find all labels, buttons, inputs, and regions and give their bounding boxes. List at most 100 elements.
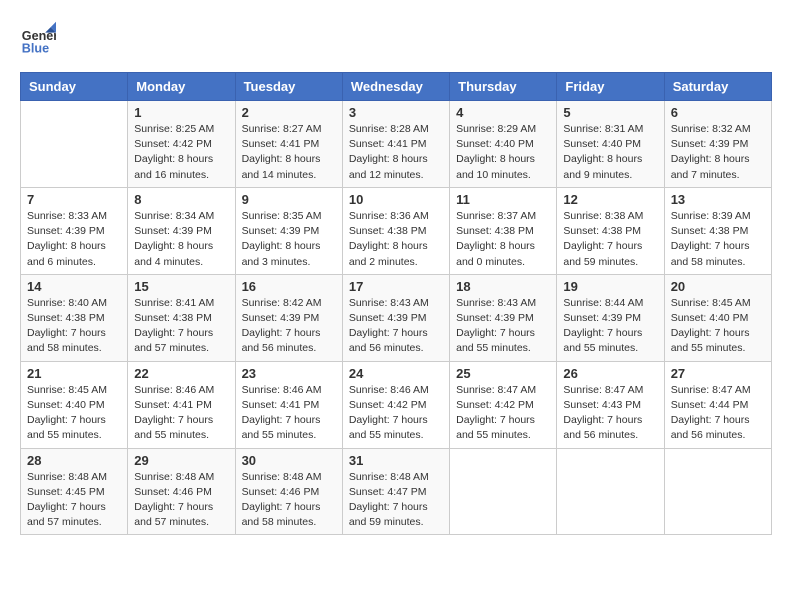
- week-row-1: 1 Sunrise: 8:25 AMSunset: 4:42 PMDaylight…: [21, 101, 772, 188]
- day-number: 12: [563, 192, 657, 207]
- day-cell: 11 Sunrise: 8:37 AMSunset: 4:38 PMDayligh…: [450, 187, 557, 274]
- day-number: 23: [242, 366, 336, 381]
- day-cell: [664, 448, 771, 535]
- day-cell: 14Sunrise: 8:40 AMSunset: 4:38 PMDayligh…: [21, 274, 128, 361]
- day-number: 9: [242, 192, 336, 207]
- day-number: 11: [456, 192, 550, 207]
- day-cell: 4 Sunrise: 8:29 AMSunset: 4:40 PMDaylight…: [450, 101, 557, 188]
- day-cell: 16 Sunrise: 8:42 AMSunset: 4:39 PMDayligh…: [235, 274, 342, 361]
- day-number: 18: [456, 279, 550, 294]
- day-info: Sunrise: 8:38 AMSunset: 4:38 PMDaylight:…: [563, 209, 657, 270]
- day-number: 24: [349, 366, 443, 381]
- day-info: Sunrise: 8:34 AMSunset: 4:39 PMDaylight:…: [134, 209, 228, 270]
- day-number: 20: [671, 279, 765, 294]
- day-info: Sunrise: 8:43 AMSunset: 4:39 PMDaylight:…: [456, 296, 550, 357]
- calendar-body: 1 Sunrise: 8:25 AMSunset: 4:42 PMDaylight…: [21, 101, 772, 535]
- day-number: 19: [563, 279, 657, 294]
- day-number: 27: [671, 366, 765, 381]
- logo-icon: General Blue: [20, 20, 56, 56]
- day-number: 29: [134, 453, 228, 468]
- day-info: Sunrise: 8:36 AMSunset: 4:38 PMDaylight:…: [349, 209, 443, 270]
- day-cell: 28Sunrise: 8:48 AMSunset: 4:45 PMDayligh…: [21, 448, 128, 535]
- day-number: 1: [134, 105, 228, 120]
- day-cell: 20Sunrise: 8:45 AMSunset: 4:40 PMDayligh…: [664, 274, 771, 361]
- day-cell: 17Sunrise: 8:43 AMSunset: 4:39 PMDayligh…: [342, 274, 449, 361]
- day-number: 6: [671, 105, 765, 120]
- day-cell: 23 Sunrise: 8:46 AMSunset: 4:41 PMDayligh…: [235, 361, 342, 448]
- day-number: 31: [349, 453, 443, 468]
- calendar-table: SundayMondayTuesdayWednesdayThursdayFrid…: [20, 72, 772, 535]
- day-cell: 21 Sunrise: 8:45 AMSunset: 4:40 PMDayligh…: [21, 361, 128, 448]
- header-cell-wednesday: Wednesday: [342, 73, 449, 101]
- day-cell: 6Sunrise: 8:32 AMSunset: 4:39 PMDaylight…: [664, 101, 771, 188]
- day-number: 3: [349, 105, 443, 120]
- day-info: Sunrise: 8:25 AMSunset: 4:42 PMDaylight:…: [134, 122, 228, 183]
- day-cell: 9 Sunrise: 8:35 AMSunset: 4:39 PMDaylight…: [235, 187, 342, 274]
- day-info: Sunrise: 8:42 AMSunset: 4:39 PMDaylight:…: [242, 296, 336, 357]
- day-info: Sunrise: 8:48 AMSunset: 4:45 PMDaylight:…: [27, 470, 121, 531]
- day-cell: 18 Sunrise: 8:43 AMSunset: 4:39 PMDayligh…: [450, 274, 557, 361]
- day-number: 13: [671, 192, 765, 207]
- day-info: Sunrise: 8:35 AMSunset: 4:39 PMDaylight:…: [242, 209, 336, 270]
- day-number: 22: [134, 366, 228, 381]
- svg-text:Blue: Blue: [22, 41, 49, 55]
- day-cell: 15Sunrise: 8:41 AMSunset: 4:38 PMDayligh…: [128, 274, 235, 361]
- day-cell: 2 Sunrise: 8:27 AMSunset: 4:41 PMDaylight…: [235, 101, 342, 188]
- day-number: 30: [242, 453, 336, 468]
- day-info: Sunrise: 8:48 AMSunset: 4:46 PMDaylight:…: [134, 470, 228, 531]
- day-cell: 30Sunrise: 8:48 AMSunset: 4:46 PMDayligh…: [235, 448, 342, 535]
- day-number: 8: [134, 192, 228, 207]
- day-cell: 22 Sunrise: 8:46 AMSunset: 4:41 PMDayligh…: [128, 361, 235, 448]
- day-cell: 19 Sunrise: 8:44 AMSunset: 4:39 PMDayligh…: [557, 274, 664, 361]
- day-info: Sunrise: 8:28 AMSunset: 4:41 PMDaylight:…: [349, 122, 443, 183]
- day-number: 2: [242, 105, 336, 120]
- week-row-4: 21 Sunrise: 8:45 AMSunset: 4:40 PMDayligh…: [21, 361, 772, 448]
- day-number: 5: [563, 105, 657, 120]
- day-info: Sunrise: 8:46 AMSunset: 4:42 PMDaylight:…: [349, 383, 443, 444]
- day-number: 4: [456, 105, 550, 120]
- day-info: Sunrise: 8:37 AMSunset: 4:38 PMDaylight:…: [456, 209, 550, 270]
- day-cell: 1 Sunrise: 8:25 AMSunset: 4:42 PMDaylight…: [128, 101, 235, 188]
- day-cell: [557, 448, 664, 535]
- day-info: Sunrise: 8:48 AMSunset: 4:47 PMDaylight:…: [349, 470, 443, 531]
- day-cell: 31 Sunrise: 8:48 AMSunset: 4:47 PMDayligh…: [342, 448, 449, 535]
- day-info: Sunrise: 8:44 AMSunset: 4:39 PMDaylight:…: [563, 296, 657, 357]
- header-cell-saturday: Saturday: [664, 73, 771, 101]
- day-number: 16: [242, 279, 336, 294]
- day-info: Sunrise: 8:47 AMSunset: 4:44 PMDaylight:…: [671, 383, 765, 444]
- day-info: Sunrise: 8:47 AMSunset: 4:42 PMDaylight:…: [456, 383, 550, 444]
- header-row: SundayMondayTuesdayWednesdayThursdayFrid…: [21, 73, 772, 101]
- day-cell: 26 Sunrise: 8:47 AMSunset: 4:43 PMDayligh…: [557, 361, 664, 448]
- day-cell: 3 Sunrise: 8:28 AMSunset: 4:41 PMDaylight…: [342, 101, 449, 188]
- day-info: Sunrise: 8:46 AMSunset: 4:41 PMDaylight:…: [242, 383, 336, 444]
- day-cell: 5Sunrise: 8:31 AMSunset: 4:40 PMDaylight…: [557, 101, 664, 188]
- logo: General Blue: [20, 20, 60, 56]
- week-row-3: 14Sunrise: 8:40 AMSunset: 4:38 PMDayligh…: [21, 274, 772, 361]
- day-info: Sunrise: 8:41 AMSunset: 4:38 PMDaylight:…: [134, 296, 228, 357]
- day-cell: 25Sunrise: 8:47 AMSunset: 4:42 PMDayligh…: [450, 361, 557, 448]
- day-cell: [21, 101, 128, 188]
- day-number: 10: [349, 192, 443, 207]
- day-info: Sunrise: 8:29 AMSunset: 4:40 PMDaylight:…: [456, 122, 550, 183]
- day-info: Sunrise: 8:47 AMSunset: 4:43 PMDaylight:…: [563, 383, 657, 444]
- header-cell-sunday: Sunday: [21, 73, 128, 101]
- day-number: 21: [27, 366, 121, 381]
- day-cell: 8 Sunrise: 8:34 AMSunset: 4:39 PMDaylight…: [128, 187, 235, 274]
- header-cell-thursday: Thursday: [450, 73, 557, 101]
- day-info: Sunrise: 8:40 AMSunset: 4:38 PMDaylight:…: [27, 296, 121, 357]
- header-cell-friday: Friday: [557, 73, 664, 101]
- day-cell: 13Sunrise: 8:39 AMSunset: 4:38 PMDayligh…: [664, 187, 771, 274]
- day-number: 26: [563, 366, 657, 381]
- week-row-5: 28Sunrise: 8:48 AMSunset: 4:45 PMDayligh…: [21, 448, 772, 535]
- week-row-2: 7Sunrise: 8:33 AMSunset: 4:39 PMDaylight…: [21, 187, 772, 274]
- day-info: Sunrise: 8:46 AMSunset: 4:41 PMDaylight:…: [134, 383, 228, 444]
- day-cell: 7Sunrise: 8:33 AMSunset: 4:39 PMDaylight…: [21, 187, 128, 274]
- day-info: Sunrise: 8:45 AMSunset: 4:40 PMDaylight:…: [27, 383, 121, 444]
- header-cell-monday: Monday: [128, 73, 235, 101]
- day-info: Sunrise: 8:33 AMSunset: 4:39 PMDaylight:…: [27, 209, 121, 270]
- day-cell: 24 Sunrise: 8:46 AMSunset: 4:42 PMDayligh…: [342, 361, 449, 448]
- day-cell: 29 Sunrise: 8:48 AMSunset: 4:46 PMDayligh…: [128, 448, 235, 535]
- header-cell-tuesday: Tuesday: [235, 73, 342, 101]
- day-info: Sunrise: 8:27 AMSunset: 4:41 PMDaylight:…: [242, 122, 336, 183]
- day-info: Sunrise: 8:43 AMSunset: 4:39 PMDaylight:…: [349, 296, 443, 357]
